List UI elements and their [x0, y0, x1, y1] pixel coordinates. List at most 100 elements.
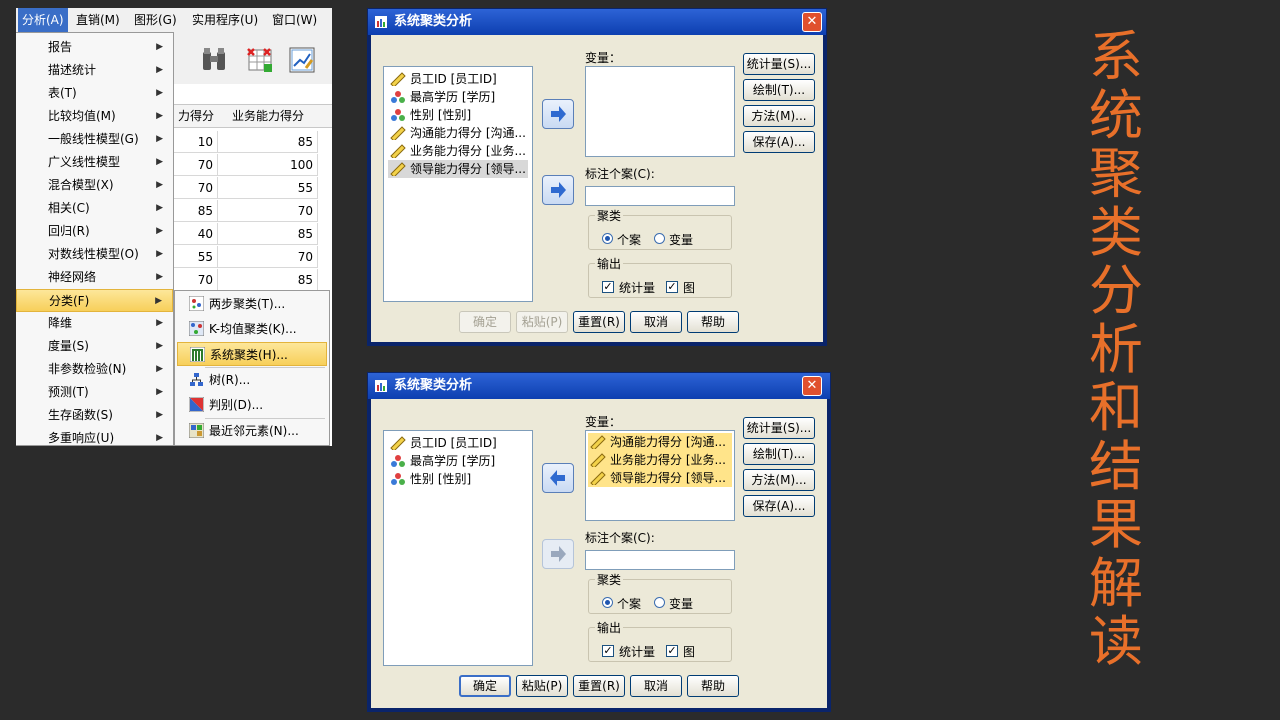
reset-button[interactable]: 重置(R) — [573, 675, 625, 697]
list-item-selected[interactable]: 领导能力得分 [领导... — [588, 469, 732, 487]
checkbox-output-plots[interactable]: ✓ — [666, 645, 678, 657]
grid-cell[interactable]: 85 — [218, 223, 318, 245]
reset-button[interactable]: 重置(R) — [573, 311, 625, 333]
move-to-variables-button[interactable] — [542, 99, 574, 129]
save-button[interactable]: 保存(A)... — [743, 131, 815, 153]
variables-list[interactable] — [585, 66, 735, 157]
list-item-selected[interactable]: 领导能力得分 [领导... — [388, 160, 528, 178]
list-item[interactable]: 性别 [性别] — [388, 470, 528, 488]
grid-cell[interactable]: 85 — [218, 131, 318, 153]
menu-item-scale[interactable]: 度量(S) ▶ — [16, 335, 173, 358]
grid-cell[interactable]: 100 — [218, 154, 318, 176]
menu-item-twostep-cluster[interactable]: 两步聚类(T)... — [177, 292, 327, 316]
grid-cell[interactable]: 40 — [174, 223, 218, 245]
list-item[interactable]: 最高学历 [学历] — [388, 452, 528, 470]
grid-cell[interactable]: 70 — [174, 177, 218, 199]
menu-item-correlate[interactable]: 相关(C) ▶ — [16, 197, 173, 220]
save-button[interactable]: 保存(A)... — [743, 495, 815, 517]
move-to-label-button[interactable] — [542, 539, 574, 569]
menu-item-survival[interactable]: 生存函数(S) ▶ — [16, 404, 173, 427]
variables-list[interactable]: 沟通能力得分 [沟通... 业务能力得分 [业务... 领导能力得分 [领导..… — [585, 430, 735, 521]
chart-builder-icon[interactable] — [288, 46, 316, 74]
grid-cell[interactable]: 55 — [218, 177, 318, 199]
plots-button[interactable]: 绘制(T)... — [743, 443, 815, 465]
menu-item-kmeans-cluster[interactable]: K-均值聚类(K)... — [177, 317, 327, 341]
checkbox-output-plots[interactable]: ✓ — [666, 281, 678, 293]
label-cases-field[interactable] — [585, 186, 735, 206]
grid-cell[interactable]: 10 — [174, 131, 218, 153]
list-item[interactable]: 性别 [性别] — [388, 106, 528, 124]
move-to-label-button[interactable] — [542, 175, 574, 205]
source-variable-list[interactable]: 员工ID [员工ID] 最高学历 [学历] 性别 [性别] 沟通能力得分 [沟通… — [383, 66, 533, 302]
menu-item-dimension-reduction[interactable]: 降维 ▶ — [16, 312, 173, 335]
checkbox-output-statistics[interactable]: ✓ — [602, 281, 614, 293]
menu-item-reports[interactable]: 报告 ▶ — [16, 36, 173, 59]
paste-button[interactable]: 粘贴(P) — [516, 675, 568, 697]
label-cases-field[interactable] — [585, 550, 735, 570]
menu-graphs[interactable]: 图形(G) — [130, 8, 181, 32]
list-item[interactable]: 员工ID [员工ID] — [388, 70, 528, 88]
grid-cell[interactable]: 70 — [218, 200, 318, 222]
menu-analyze[interactable]: 分析(A) — [18, 8, 68, 32]
menu-item-compare-means[interactable]: 比较均值(M) ▶ — [16, 105, 173, 128]
column-header[interactable]: 力得分 — [174, 104, 219, 128]
close-button[interactable]: ✕ — [802, 376, 822, 396]
menu-item-glm[interactable]: 一般线性模型(G) ▶ — [16, 128, 173, 151]
menu-item-nonparametric[interactable]: 非参数检验(N) ▶ — [16, 358, 173, 381]
binoculars-icon[interactable] — [200, 46, 228, 74]
cancel-button[interactable]: 取消 — [630, 675, 682, 697]
ok-button[interactable]: 确定 — [459, 311, 511, 333]
method-button[interactable]: 方法(M)... — [743, 105, 815, 127]
insert-cases-icon[interactable] — [246, 46, 274, 74]
grid-cell[interactable]: 70 — [174, 269, 218, 291]
menu-item-descriptives[interactable]: 描述统计 ▶ — [16, 59, 173, 82]
column-header[interactable]: 业务能力得分 — [218, 104, 319, 128]
menu-item-multiple-response[interactable]: 多重响应(U) ▶ — [16, 427, 173, 450]
menu-item-regression[interactable]: 回归(R) ▶ — [16, 220, 173, 243]
checkbox-output-statistics[interactable]: ✓ — [602, 645, 614, 657]
grid-cell[interactable]: 85 — [174, 200, 218, 222]
grid-cell[interactable]: 85 — [218, 269, 318, 291]
column-header[interactable] — [318, 104, 332, 128]
help-button[interactable]: 帮助 — [687, 311, 739, 333]
menu-item-forecasting[interactable]: 预测(T) ▶ — [16, 381, 173, 404]
menu-item-hierarchical-cluster[interactable]: 系统聚类(H)... — [177, 342, 327, 366]
menu-item-neural-networks[interactable]: 神经网络 ▶ — [16, 266, 173, 289]
paste-button[interactable]: 粘贴(P) — [516, 311, 568, 333]
radio-cluster-variables[interactable] — [654, 597, 665, 608]
source-variable-list[interactable]: 员工ID [员工ID] 最高学历 [学历] 性别 [性别] — [383, 430, 533, 666]
menu-item-generalized-linear[interactable]: 广义线性模型 ▶ — [16, 151, 173, 174]
help-button[interactable]: 帮助 — [687, 675, 739, 697]
grid-cell[interactable]: 55 — [174, 246, 218, 268]
list-item-selected[interactable]: 沟通能力得分 [沟通... — [588, 433, 732, 451]
list-item[interactable]: 最高学历 [学历] — [388, 88, 528, 106]
menu-item-tables[interactable]: 表(T) ▶ — [16, 82, 173, 105]
menu-item-nearest-neighbor[interactable]: 最近邻元素(N)... — [177, 419, 327, 443]
radio-cluster-variables[interactable] — [654, 233, 665, 244]
cancel-button[interactable]: 取消 — [630, 311, 682, 333]
menu-window[interactable]: 窗口(W) — [268, 8, 321, 32]
menu-item-loglinear[interactable]: 对数线性模型(O) ▶ — [16, 243, 173, 266]
list-item[interactable]: 员工ID [员工ID] — [388, 434, 528, 452]
close-button[interactable]: ✕ — [802, 12, 822, 32]
grid-cell[interactable]: 70 — [174, 154, 218, 176]
list-item-selected[interactable]: 业务能力得分 [业务... — [588, 451, 732, 469]
method-button[interactable]: 方法(M)... — [743, 469, 815, 491]
radio-cluster-cases[interactable] — [602, 233, 613, 244]
list-item[interactable]: 沟通能力得分 [沟通... — [388, 124, 528, 142]
menu-utilities[interactable]: 实用程序(U) — [188, 8, 262, 32]
menu-item-mixed-models[interactable]: 混合模型(X) ▶ — [16, 174, 173, 197]
cell-editor[interactable] — [174, 84, 332, 105]
menu-direct-marketing[interactable]: 直销(M) — [72, 8, 124, 32]
menu-item-classify[interactable]: 分类(F) ▶ — [16, 289, 173, 312]
plots-button[interactable]: 绘制(T)... — [743, 79, 815, 101]
statistics-button[interactable]: 统计量(S)... — [743, 53, 815, 75]
ok-button[interactable]: 确定 — [459, 675, 511, 697]
menu-item-tree[interactable]: 树(R)... — [177, 368, 327, 392]
move-back-button[interactable] — [542, 463, 574, 493]
radio-cluster-cases[interactable] — [602, 597, 613, 608]
menu-item-discriminant[interactable]: 判别(D)... — [177, 393, 327, 417]
list-item[interactable]: 业务能力得分 [业务... — [388, 142, 528, 160]
statistics-button[interactable]: 统计量(S)... — [743, 417, 815, 439]
grid-cell[interactable]: 70 — [218, 246, 318, 268]
